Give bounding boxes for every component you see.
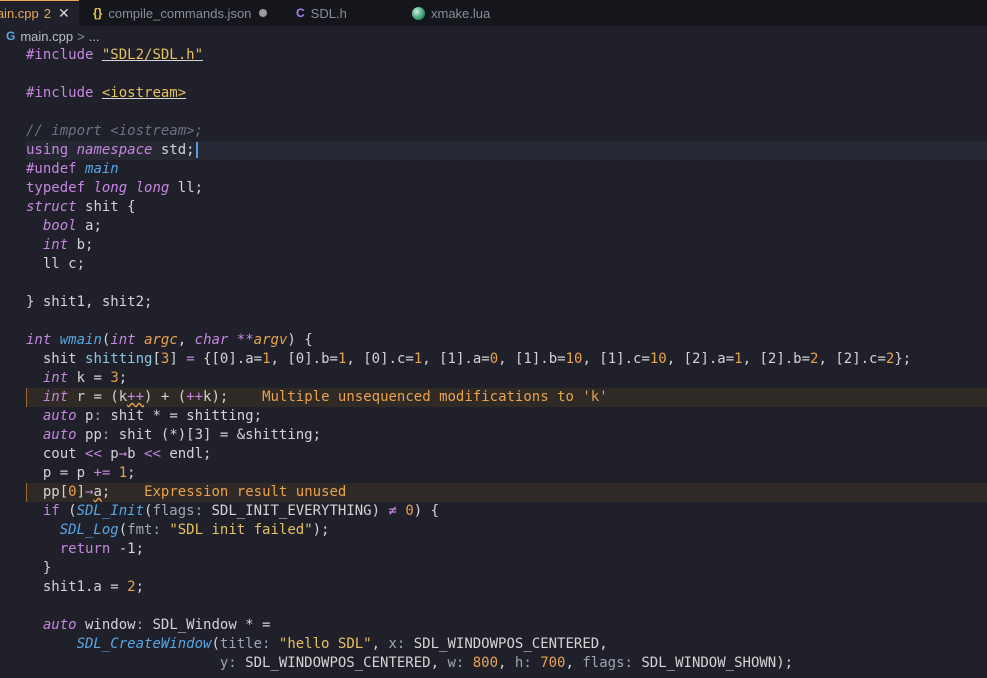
code-line: if (SDL_Init(flags: SDL_INIT_EVERYTHING)… bbox=[42, 503, 440, 519]
code-line: SDL_CreateWindow(title: "hello SDL", x: … bbox=[76, 636, 608, 652]
code-line: // import <iostream>; bbox=[26, 123, 204, 139]
code-line: shit1.a = 2; bbox=[42, 579, 145, 595]
lua-icon bbox=[412, 6, 425, 20]
code-line: struct shit { bbox=[26, 199, 136, 215]
text-cursor bbox=[195, 142, 198, 158]
tab-sdl-h[interactable]: C SDL.h bbox=[280, 0, 396, 26]
code-line: pp[0]→a; Expression result unused bbox=[42, 484, 347, 500]
code-line: #include <iostream> bbox=[26, 85, 187, 101]
close-icon[interactable]: ✕ bbox=[58, 5, 70, 22]
code-line: return -1; bbox=[59, 541, 145, 557]
tab-label: main.cpp bbox=[0, 6, 39, 21]
tab-bar: main.cpp 2 ✕ {} compile_commands.json C … bbox=[0, 0, 987, 26]
code-line: #include "SDL2/SDL.h" bbox=[26, 47, 204, 63]
breadcrumb: G main.cpp > ... bbox=[0, 26, 987, 46]
chevron-right-icon: > bbox=[77, 28, 85, 44]
code-line: cout << p→b << endl; bbox=[42, 446, 212, 462]
code-line: int b; bbox=[42, 237, 94, 253]
code-line: bool a; bbox=[42, 218, 102, 234]
code-line: } shit1, shit2; bbox=[26, 294, 153, 310]
code-line: SDL_Log(fmt: "SDL init failed"); bbox=[59, 522, 330, 538]
c-file-icon: C bbox=[296, 6, 305, 20]
code-line: int r = (k++) + (++k); Multiple unsequen… bbox=[42, 389, 608, 405]
code-line: int k = 3; bbox=[42, 370, 128, 386]
breadcrumb-more[interactable]: ... bbox=[89, 29, 100, 44]
code-line: int wmain(int argc, char **argv) { bbox=[26, 332, 313, 348]
code-line: } bbox=[42, 560, 52, 576]
code-line: using namespace std; bbox=[26, 141, 198, 160]
code-line: ll c; bbox=[42, 256, 86, 272]
tab-main-cpp[interactable]: main.cpp 2 ✕ bbox=[0, 0, 79, 26]
tab-label: compile_commands.json bbox=[108, 5, 252, 21]
tab-compile-commands[interactable]: {} compile_commands.json bbox=[79, 0, 280, 26]
code-editor[interactable]: #include "SDL2/SDL.h" #include <iostream… bbox=[0, 46, 987, 678]
code-line: y: SDL_WINDOWPOS_CENTERED, w: 800, h: 70… bbox=[219, 655, 794, 671]
breadcrumb-file[interactable]: main.cpp bbox=[20, 29, 73, 44]
problem-count-badge: 2 bbox=[43, 6, 51, 21]
unsaved-dot-icon[interactable] bbox=[259, 9, 268, 17]
code-line: auto p: shit * = shitting; bbox=[42, 408, 263, 424]
code-line: p = p += 1; bbox=[42, 465, 136, 481]
cpp-file-icon: G bbox=[6, 29, 16, 43]
code-line: auto pp: shit (*)[3] = &shitting; bbox=[42, 427, 322, 443]
diagnostic-message: Expression result unused bbox=[144, 484, 347, 500]
tab-label: xmake.lua bbox=[431, 5, 491, 21]
code-line: shit shitting[3] = {[0].a=1, [0].b=1, [0… bbox=[42, 351, 912, 367]
code-line: #undef main bbox=[26, 161, 119, 177]
tab-xmake-lua[interactable]: xmake.lua bbox=[396, 0, 516, 26]
code-line: auto window: SDL_Window * = bbox=[42, 617, 271, 633]
json-icon: {} bbox=[93, 6, 103, 20]
code-line: typedef long long ll; bbox=[26, 180, 204, 196]
diagnostic-message: Multiple unsequenced modifications to 'k… bbox=[262, 389, 608, 405]
tab-label: SDL.h bbox=[310, 5, 347, 21]
